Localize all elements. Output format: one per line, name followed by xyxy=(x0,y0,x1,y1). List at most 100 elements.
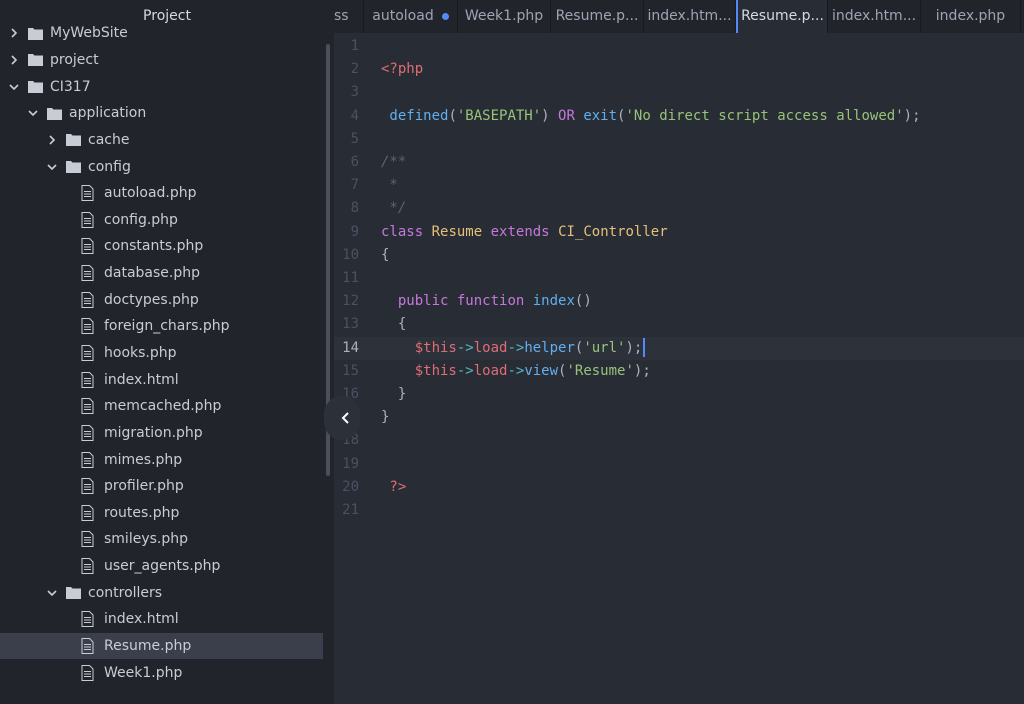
code-editor[interactable]: 1 2 <?php 3 4 defined('BASEPATH') OR exit('N… xyxy=(334,33,1024,704)
tree-item-label: foreign_chars.php xyxy=(104,318,230,335)
collapse-sidebar-button[interactable] xyxy=(324,396,360,440)
tree-file[interactable]: config.php xyxy=(0,206,323,233)
code-token: } xyxy=(381,386,407,402)
tree-folder[interactable]: config xyxy=(0,153,323,180)
editor-tab[interactable]: index.htm... xyxy=(644,0,736,33)
tree-item-label: autoload.php xyxy=(104,185,197,202)
file-icon xyxy=(81,611,94,628)
code-line[interactable]: 14 $this->load->helper('url'); xyxy=(334,336,1024,360)
code-line[interactable]: 5 xyxy=(334,128,1024,151)
tree-file[interactable]: profiler.php xyxy=(0,473,323,500)
tree-folder[interactable]: application xyxy=(0,100,323,127)
code-token: index xyxy=(532,293,575,310)
code-line[interactable]: 7 * xyxy=(334,174,1024,197)
editor-tab[interactable]: Resume.p... xyxy=(736,0,828,33)
folder-icon xyxy=(66,160,81,174)
code-text: ?> xyxy=(381,476,406,499)
code-text: /** xyxy=(381,151,406,174)
tab-label: Resume.p... xyxy=(555,8,639,24)
file-icon xyxy=(81,398,94,415)
tree-file[interactable]: database.php xyxy=(0,260,323,287)
code-line[interactable]: 16 } xyxy=(334,383,1024,406)
code-token: * xyxy=(381,177,398,194)
code-text: class Resume extends CI_Controller xyxy=(381,221,668,244)
code-token: class xyxy=(381,223,424,240)
code-token: ); xyxy=(903,107,921,124)
tree-file[interactable]: user_agents.php xyxy=(0,553,323,580)
tree-folder[interactable]: controllers xyxy=(0,579,323,606)
tab-bar: ss autoload Week1.php Resume.p... index.htm.… xyxy=(334,0,1024,33)
tree-folder[interactable]: MyWebSite xyxy=(0,20,323,47)
tree-file[interactable]: routes.php xyxy=(0,500,323,527)
code-line[interactable]: 19 xyxy=(334,453,1024,476)
tree-file[interactable]: index.html xyxy=(0,606,323,633)
chevron-down-icon[interactable] xyxy=(46,587,58,599)
chevron-down-icon[interactable] xyxy=(8,81,20,93)
tree-file[interactable]: constants.php xyxy=(0,233,323,260)
tree-file[interactable]: autoload.php xyxy=(0,180,323,207)
tree-file[interactable]: doctypes.php xyxy=(0,286,323,313)
chevron-down-icon[interactable] xyxy=(27,107,39,119)
tree-file[interactable]: mimes.php xyxy=(0,446,323,473)
tree-file[interactable]: smileys.php xyxy=(0,526,323,553)
tree-file[interactable]: memcached.php xyxy=(0,393,323,420)
tree-file[interactable]: index.html xyxy=(0,366,323,393)
tree-file[interactable]: hooks.php xyxy=(0,340,323,367)
tree-item-label: user_agents.php xyxy=(104,558,221,575)
code-token: view xyxy=(524,362,559,379)
code-line[interactable]: 18 xyxy=(334,429,1024,452)
code-line[interactable]: 1 xyxy=(334,35,1024,58)
code-line[interactable]: 17} xyxy=(334,406,1024,429)
tree-folder[interactable]: cache xyxy=(0,127,323,154)
editor-tab[interactable]: autoload xyxy=(364,0,458,33)
chevron-right-icon[interactable] xyxy=(8,54,20,66)
line-number: 6 xyxy=(350,154,359,170)
tree-item-label: constants.php xyxy=(104,238,204,255)
code-line[interactable]: 2 <?php xyxy=(334,58,1024,81)
tab-label: ss xyxy=(334,8,349,24)
tree-folder[interactable]: project xyxy=(0,47,323,74)
chevron-right-icon[interactable] xyxy=(8,27,20,39)
code-text: * xyxy=(381,174,398,197)
code-line[interactable]: 8 */ xyxy=(334,197,1024,220)
code-token: exit xyxy=(574,107,618,124)
code-line[interactable]: 6 /** xyxy=(334,151,1024,174)
editor-tab[interactable]: Week1.php xyxy=(458,0,551,33)
editor-tab[interactable]: index.htm... xyxy=(828,0,921,33)
line-number: 12 xyxy=(342,293,359,310)
tree-file[interactable]: foreign_chars.php xyxy=(0,313,323,340)
code-line[interactable]: 11 xyxy=(334,267,1024,290)
code-line[interactable]: 3 xyxy=(334,81,1024,104)
chevron-right-icon[interactable] xyxy=(46,134,58,146)
code-line[interactable]: 10 { xyxy=(334,244,1024,267)
code-line[interactable]: 15 $this->load->view('Resume'); xyxy=(334,360,1024,383)
tree-item-label: memcached.php xyxy=(104,398,222,415)
code-line[interactable]: 12 public function index() xyxy=(334,290,1024,313)
tree-file[interactable]: migration.php xyxy=(0,420,323,447)
code-line[interactable]: 13 { xyxy=(334,313,1024,336)
line-number: 10 xyxy=(342,246,359,263)
code-line[interactable]: 21 xyxy=(334,499,1024,522)
tree-item-label: cache xyxy=(88,131,130,148)
editor-tab[interactable]: index.php xyxy=(921,0,1021,33)
editor-tab[interactable]: Resume.p... xyxy=(551,0,644,33)
code-line[interactable]: 4 defined('BASEPATH') OR exit('No direct… xyxy=(334,105,1024,128)
tree-file[interactable]: Week1.php xyxy=(0,659,323,686)
tree-item-label: doctypes.php xyxy=(104,291,199,308)
line-number: 19 xyxy=(342,455,359,472)
editor-tab[interactable]: ss xyxy=(334,0,364,33)
code-token: defined xyxy=(381,107,449,124)
code-text: <?php xyxy=(381,58,423,81)
code-token: () xyxy=(574,293,592,310)
line-number: 21 xyxy=(342,502,359,518)
code-line[interactable]: 20 ?> xyxy=(334,476,1024,499)
tree-item-label: MyWebSite xyxy=(50,25,128,42)
text-caret xyxy=(643,338,646,358)
code-line[interactable]: 9 class Resume extends CI_Controller xyxy=(334,221,1024,244)
chevron-down-icon[interactable] xyxy=(46,161,58,173)
tree-file[interactable]: Resume.php xyxy=(0,632,323,660)
file-icon xyxy=(81,185,94,202)
tree-item-label: CI317 xyxy=(50,78,91,95)
tree-folder[interactable]: CI317 xyxy=(0,73,323,100)
